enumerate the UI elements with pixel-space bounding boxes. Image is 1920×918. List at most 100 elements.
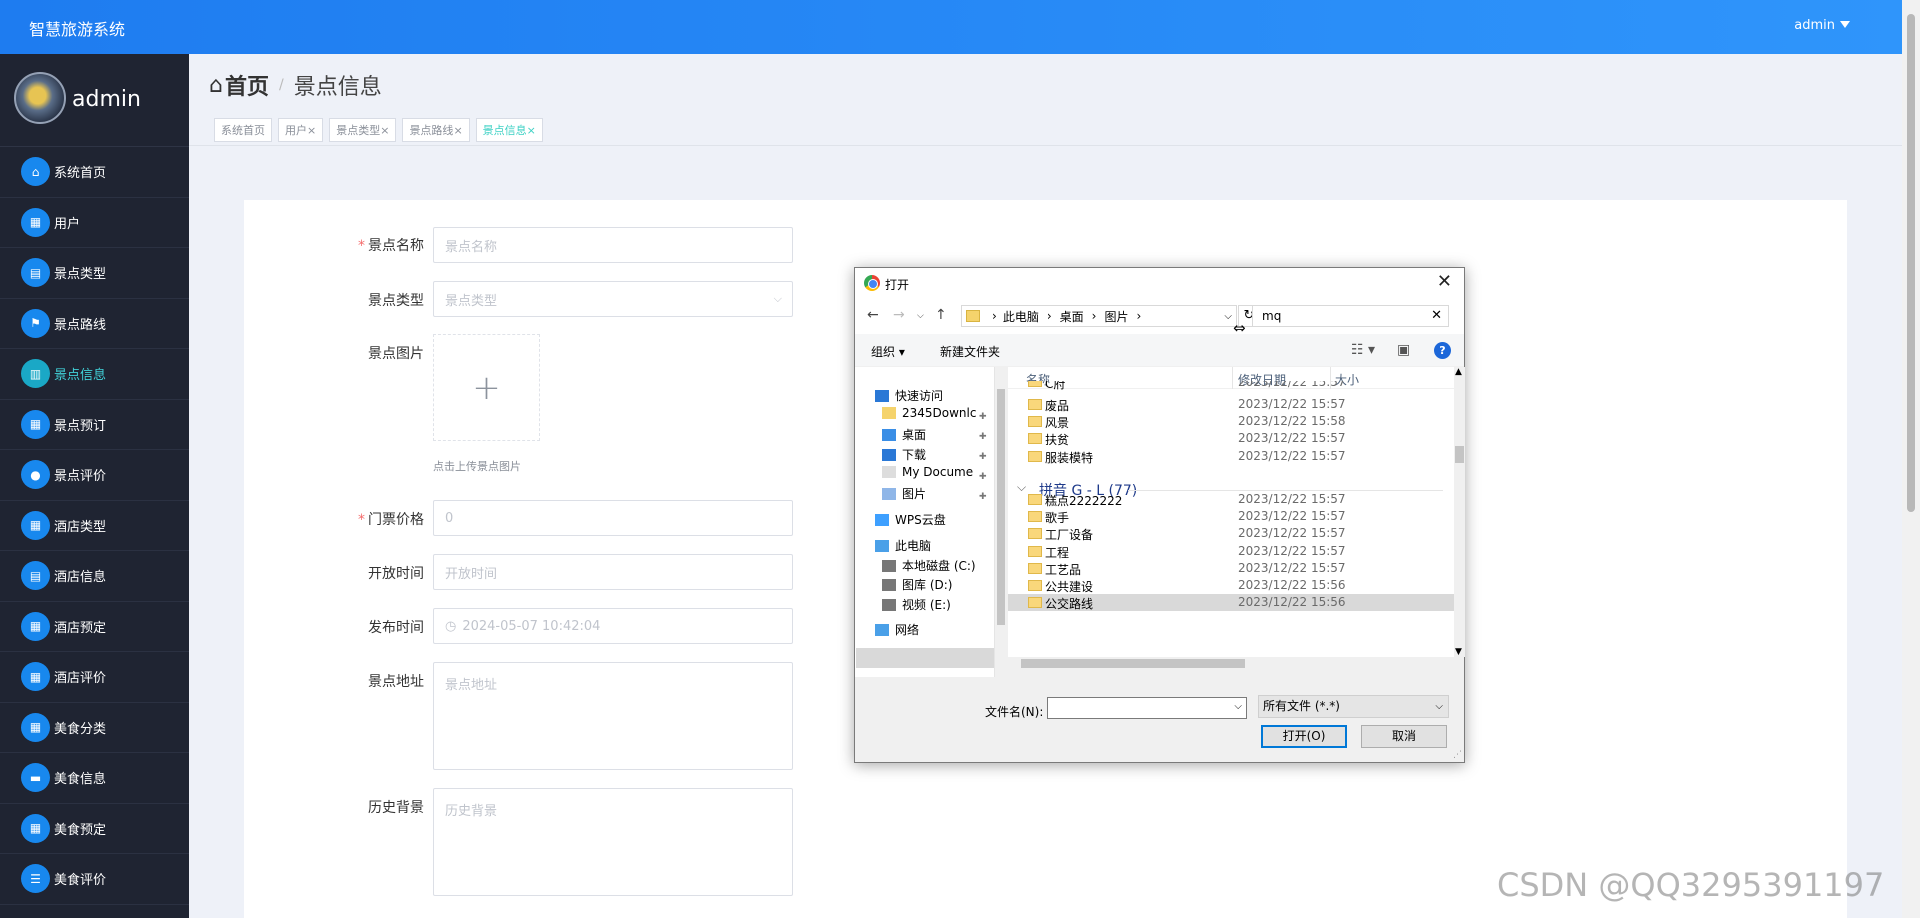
up-arrow-icon[interactable]: ↑ [935, 307, 947, 323]
path-segment[interactable]: 图片 [1104, 308, 1128, 325]
breadcrumb-home[interactable]: 首页 [225, 69, 269, 101]
file-row[interactable]: 工厂设备 2023/12/22 15:57 [1008, 525, 1454, 542]
grid-icon: ▦ [21, 207, 50, 237]
page-scrollbar-thumb[interactable] [1907, 14, 1915, 512]
file-list-hscrollbar[interactable] [1008, 657, 1454, 670]
path-segment[interactable]: 此电脑 [1003, 308, 1039, 325]
file-row[interactable]: 公交路线 2023/12/22 15:56 [1008, 594, 1454, 612]
nav-item[interactable]: 图库 (D:) [882, 576, 952, 593]
file-date: 2023/12/22 15:56 [1238, 595, 1346, 610]
dialog-title: 打开 [885, 278, 910, 292]
resize-grip-icon[interactable]: ⋰ [1453, 750, 1462, 760]
nav-scrollbar-thumb[interactable] [997, 389, 1005, 625]
close-icon[interactable]: ✕ [1437, 271, 1452, 292]
sidebar-item[interactable]: ▦ 酒店预定 [0, 602, 189, 652]
file-row[interactable]: 工艺品 2023/12/22 15:57 [1008, 560, 1454, 577]
address-textarea[interactable]: 景点地址 [433, 662, 793, 770]
user-menu[interactable]: admin [1794, 18, 1850, 33]
nav-item[interactable]: 网络 [875, 621, 919, 638]
file-date: 2023/12/22 15:57 [1238, 492, 1346, 506]
file-row[interactable]: 工程 2023/12/22 15:57 [1008, 543, 1454, 560]
image-upload[interactable]: + [433, 334, 540, 441]
nav-item[interactable]: My Docume [882, 465, 973, 479]
open-button[interactable]: 打开(O) [1261, 725, 1347, 748]
chevron-down-icon[interactable]: ⌵ [1234, 701, 1242, 712]
file-list-scrollbar[interactable]: ▲ ▼ [1454, 367, 1465, 657]
star-icon [875, 389, 889, 402]
close-icon[interactable]: × [527, 124, 536, 137]
file-row[interactable]: 公共建设 2023/12/22 15:56 [1008, 577, 1454, 594]
nav-item[interactable]: 快速访问 [875, 387, 943, 404]
file-row[interactable]: 服装模特 2023/12/22 15:57 [1008, 448, 1454, 465]
home-icon: ⌂ [21, 157, 50, 187]
forward-arrow-icon[interactable]: → [893, 307, 905, 323]
file-row[interactable]: 风景 2023/12/22 15:58 [1008, 413, 1454, 430]
close-icon[interactable]: × [307, 124, 316, 137]
tab[interactable]: 景点信息 × [475, 118, 543, 142]
nav-item[interactable]: 视频 (E:) [882, 596, 951, 613]
file-row[interactable]: 歌手 2023/12/22 15:57 [1008, 508, 1454, 525]
sidebar-item[interactable]: ▦ 美食分类 [0, 703, 189, 753]
file-list-scrollbar-thumb[interactable] [1455, 446, 1464, 463]
sidebar-item[interactable]: ▦ 用户 [0, 198, 189, 248]
sidebar-item[interactable]: ● 景点评价 [0, 450, 189, 501]
publish-time-input[interactable]: ◷ 2024-05-07 10:42:04 [433, 608, 793, 644]
file-row[interactable]: C府 2023/12/22 15:57 [1008, 381, 1454, 391]
chevron-down-icon[interactable]: ⌵ [1224, 311, 1232, 322]
clear-icon[interactable]: ✕ [1431, 306, 1442, 326]
scroll-down-icon[interactable]: ▼ [1455, 647, 1462, 657]
tab[interactable]: 景点类型 × [329, 118, 397, 142]
dialog-titlebar[interactable]: 打开 ✕ [855, 268, 1464, 298]
page-scrollbar[interactable] [1902, 0, 1920, 918]
scroll-up-icon[interactable]: ▲ [1455, 367, 1462, 377]
new-folder-button[interactable]: 新建文件夹 [940, 343, 1000, 360]
tab-label: 用户 [285, 124, 307, 137]
sidebar-item[interactable]: ▦ 酒店类型 [0, 501, 189, 551]
filename-input[interactable]: ⌵ [1047, 697, 1247, 719]
sidebar-item[interactable]: ▦ 美食预定 [0, 804, 189, 854]
filetype-select[interactable]: 所有文件 (*.*) ⌵ [1258, 695, 1449, 718]
file-row[interactable]: 废品 2023/12/22 15:57 [1008, 396, 1454, 413]
sidebar-item[interactable]: ▤ 酒店信息 [0, 551, 189, 602]
close-icon[interactable]: × [453, 124, 462, 137]
sidebar-item[interactable]: ⌂ 系统首页 [0, 147, 189, 198]
nav-item[interactable]: 桌面 [882, 426, 926, 443]
name-input[interactable]: 景点名称 [433, 227, 793, 263]
address-bar[interactable]: › 此电脑 › 桌面 › 图片 › ⌵ [961, 305, 1237, 327]
cancel-button[interactable]: 取消 [1361, 725, 1447, 748]
sidebar-profile: admin [0, 54, 189, 147]
file-row[interactable]: 糕点2222222 2023/12/22 15:57 [1008, 491, 1454, 508]
preview-pane-icon[interactable]: ▣ [1397, 342, 1410, 358]
sidebar-item[interactable]: ▦ 酒店评价 [0, 652, 189, 703]
close-icon[interactable]: × [380, 124, 389, 137]
sidebar-item[interactable]: ⚑ 景点路线 [0, 299, 189, 349]
back-arrow-icon[interactable]: ← [867, 307, 879, 323]
tab[interactable]: 景点路线 × [402, 118, 470, 142]
type-select[interactable]: 景点类型 ⌵ [433, 281, 793, 317]
search-input[interactable]: mq ✕ [1252, 305, 1449, 327]
nav-scrollbar[interactable] [995, 367, 1007, 679]
history-textarea[interactable]: 历史背景 [433, 788, 793, 896]
organize-button[interactable]: 组织 ▾ [871, 343, 905, 360]
tab[interactable]: 系统首页 [214, 118, 272, 142]
recent-chevron-icon[interactable]: ⌵ [917, 311, 924, 321]
price-input[interactable]: 0 [433, 500, 793, 536]
sidebar-item[interactable]: ▦ 景点预订 [0, 400, 189, 450]
nav-item[interactable]: 下载 [882, 446, 926, 463]
path-segment[interactable]: 桌面 [1060, 308, 1084, 325]
sidebar-item[interactable]: ▤ 景点类型 [0, 248, 189, 299]
sidebar-item[interactable]: ☰ 美食评价 [0, 854, 189, 905]
nav-item[interactable]: 图片 [882, 485, 926, 502]
view-options-icon[interactable]: ☷ ▾ [1351, 342, 1375, 358]
file-row[interactable]: 扶贫 2023/12/22 15:57 [1008, 430, 1454, 447]
sidebar-item[interactable]: ▥ 景点信息 [0, 349, 189, 400]
open-time-input[interactable]: 开放时间 [433, 554, 793, 590]
tab[interactable]: 用户 × [278, 118, 324, 142]
file-list-hscrollbar-thumb[interactable] [1021, 659, 1245, 668]
help-icon[interactable]: ? [1434, 342, 1451, 359]
nav-item[interactable]: WPS云盘 [875, 511, 946, 528]
nav-item[interactable]: 此电脑 [875, 537, 931, 554]
nav-item[interactable]: 本地磁盘 (C:) [882, 557, 976, 574]
nav-item[interactable]: 2345Downlc [882, 406, 976, 420]
sidebar-item[interactable]: ▬ 美食信息 [0, 753, 189, 804]
